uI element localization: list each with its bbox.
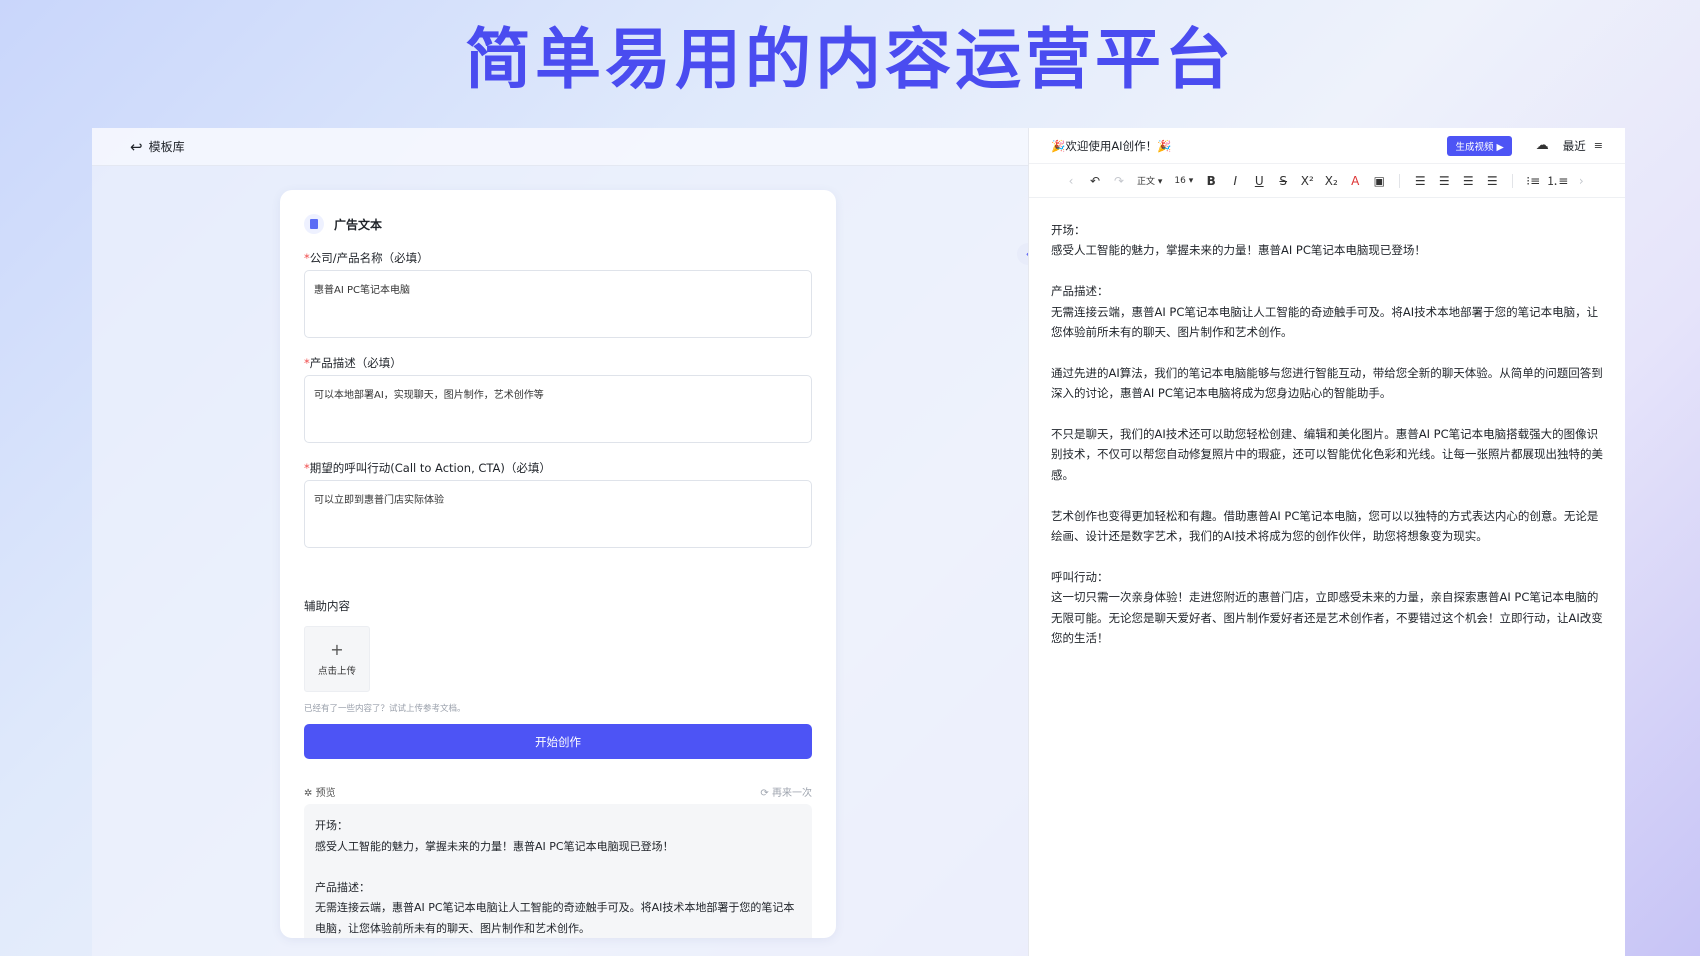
italic-icon[interactable]: I — [1223, 174, 1247, 188]
align-left-icon[interactable]: ☰ — [1408, 174, 1432, 188]
align-right-icon[interactable]: ☰ — [1456, 174, 1480, 188]
form-card: 广告文本 *公司/产品名称（必填） 惠普AI PC笔记本电脑 *产品描述（必填）… — [280, 190, 836, 938]
numbered-list-icon[interactable]: ⒈≡ — [1545, 172, 1569, 189]
document-icon — [304, 214, 324, 234]
back-label: 模板库 — [148, 140, 185, 154]
document-body[interactable]: 开场： 感受人工智能的魅力，掌握未来的力量！惠普AI PC笔记本电脑现已登场！ 产… — [1051, 220, 1607, 669]
list-menu-icon[interactable]: ≡ — [1594, 139, 1603, 152]
aux-content-label: 辅助内容 — [304, 599, 350, 613]
bold-icon[interactable]: B — [1199, 174, 1223, 188]
upload-button[interactable]: + 点击上传 — [304, 626, 370, 692]
align-center-icon[interactable]: ☰ — [1432, 174, 1456, 188]
recent-button[interactable]: 最近 — [1563, 138, 1586, 154]
superscript-icon[interactable]: X² — [1295, 174, 1319, 188]
toolbar-divider — [1399, 173, 1401, 188]
cta-label: *期望的呼叫行动(Call to Action, CTA)（必填） — [304, 461, 551, 475]
editor-header: 🎉欢迎使用AI创作！🎉 生成视频 ▶ ☁ 最近 ≡ — [1029, 128, 1625, 164]
card-title: 广告文本 — [304, 214, 382, 234]
product-desc-label: *产品描述（必填） — [304, 356, 402, 370]
product-desc-field[interactable]: 可以本地部署AI，实现聊天，图片制作，艺术创作等 — [304, 375, 812, 443]
editor-toolbar: ‹ ↶ ↷ 正文 ▾ 16 ▾ B I U S X² X₂ A ▣ ☰ ☰ ☰ … — [1029, 164, 1625, 198]
doc-paragraph: 通过先进的AI算法，我们的笔记本电脑能够与您进行智能互动，带给您全新的聊天体验。… — [1051, 365, 1603, 401]
cta-field[interactable]: 可以立即到惠普门店实际体验 — [304, 480, 812, 548]
back-to-templates[interactable]: ↩ 模板库 — [92, 128, 1028, 166]
preview-header: ✲ 预览 ⟳ 再来一次 — [304, 784, 812, 799]
chevron-left-icon[interactable]: ‹ — [1059, 174, 1083, 188]
doc-paragraph: 开场： 感受人工智能的魅力，掌握未来的力量！惠普AI PC笔记本电脑现已登场！ — [1051, 223, 1426, 258]
company-name-label: *公司/产品名称（必填） — [304, 251, 429, 265]
bullet-list-icon[interactable]: ⁝≡ — [1521, 174, 1545, 188]
toolbar-divider — [1512, 173, 1514, 188]
plus-icon: + — [330, 640, 344, 659]
generate-video-button[interactable]: 生成视频 ▶ — [1447, 135, 1512, 156]
doc-paragraph: 产品描述： 无需连接云端，惠普AI PC笔记本电脑让人工智能的奇迹触手可及。将AI… — [1051, 284, 1599, 340]
preview-content: 开场： 感受人工智能的魅力，掌握未来的力量！惠普AI PC笔记本电脑现已登场！ … — [304, 804, 812, 938]
left-panel: ↩ 模板库 广告文本 *公司/产品名称（必填） 惠普AI PC笔记本电脑 *产品… — [92, 128, 1028, 956]
align-justify-icon[interactable]: ☰ — [1480, 174, 1504, 188]
regenerate-button[interactable]: ⟳ 再来一次 — [760, 784, 812, 799]
undo-icon[interactable]: ↶ — [1083, 174, 1107, 188]
font-size-select[interactable]: 16 ▾ — [1174, 176, 1193, 186]
chevron-right-icon[interactable]: › — [1569, 174, 1593, 188]
underline-icon[interactable]: U — [1247, 174, 1271, 188]
doc-paragraph: 呼叫行动： 这一切只需一次亲身体验！走进您附近的惠普门店，立即感受未来的力量，亲自… — [1051, 569, 1603, 646]
font-color-icon[interactable]: A — [1343, 174, 1367, 188]
image-icon[interactable]: ▣ — [1367, 174, 1391, 188]
start-create-button[interactable]: 开始创作 — [304, 724, 812, 759]
upload-hint: 已经有了一些内容了？试试上传参考文档。 — [304, 704, 466, 714]
sparkle-icon: ✲ — [304, 788, 313, 799]
doc-paragraph: 艺术创作也变得更加轻松和有趣。借助惠普AI PC笔记本电脑，您可以以独特的方式表… — [1051, 508, 1599, 544]
refresh-icon: ⟳ — [760, 788, 769, 799]
subscript-icon[interactable]: X₂ — [1319, 174, 1343, 188]
doc-paragraph: 不只是聊天，我们的AI技术还可以助您轻松创建、编辑和美化图片。惠普AI PC笔记… — [1051, 427, 1603, 482]
cloud-upload-icon[interactable]: ☁ — [1536, 138, 1549, 153]
welcome-text: 🎉欢迎使用AI创作！🎉 — [1051, 138, 1172, 153]
redo-icon[interactable]: ↷ — [1107, 174, 1131, 188]
editor-panel: 🎉欢迎使用AI创作！🎉 生成视频 ▶ ☁ 最近 ≡ ‹ ↶ ↷ 正文 ▾ 16 … — [1028, 128, 1625, 956]
company-name-field[interactable]: 惠普AI PC笔记本电脑 — [304, 270, 812, 338]
back-arrow-icon: ↩ — [130, 137, 143, 156]
hero-title: 简单易用的内容运营平台 — [465, 21, 1235, 98]
strikethrough-icon[interactable]: S — [1271, 174, 1295, 188]
paragraph-style-select[interactable]: 正文 ▾ — [1137, 174, 1162, 187]
